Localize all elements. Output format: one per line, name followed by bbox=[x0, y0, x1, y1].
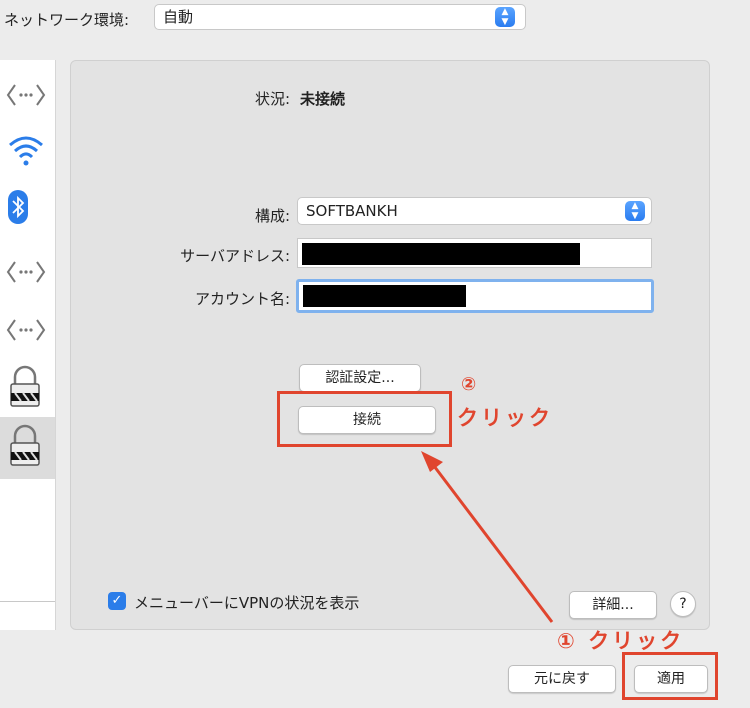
annotation-arrow bbox=[421, 451, 554, 623]
